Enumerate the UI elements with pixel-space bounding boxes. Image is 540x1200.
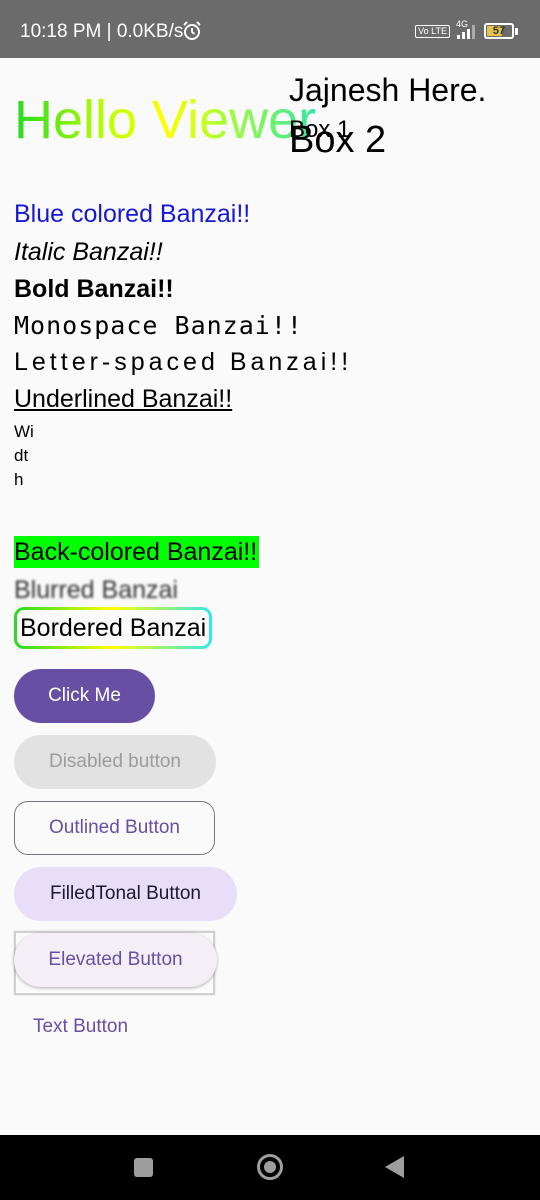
bold-text: Bold Banzai!! (14, 275, 174, 303)
hello-viewer-text: Hello Viewer (14, 90, 317, 150)
status-time: 10:18 PM | 0.0KB/s (20, 21, 184, 42)
elevated-button[interactable]: Elevated Button (14, 933, 217, 987)
volte-icon: Vo LTE (415, 24, 450, 38)
back-colored-text: Back-colored Banzai!! (14, 536, 260, 568)
status-bar: 10:18 PM | 0.0KB/s Vo LTE 4G 57 (0, 0, 540, 58)
back-icon[interactable] (385, 1156, 404, 1178)
monospace-text: Monospace Banzai!! (14, 311, 303, 340)
recents-icon[interactable] (134, 1158, 153, 1177)
battery-level: 57 (492, 25, 506, 37)
disabled-button: Disabled button (14, 735, 216, 789)
underlined-text: Underlined Banzai!! (14, 385, 233, 413)
blurred-text: Blurred Banzai (14, 576, 178, 604)
bordered-text: Bordered Banzai (14, 607, 212, 649)
network-type: 4G (455, 19, 468, 29)
outlined-button[interactable]: Outlined Button (14, 801, 215, 855)
battery-icon: 57 (484, 23, 518, 39)
alarm-icon (183, 21, 201, 40)
letter-spaced-text: Letter-spaced Banzai!! (14, 348, 353, 376)
box2-text: Box 2 (289, 119, 387, 161)
jajnesh-text: Jajnesh Here. (289, 72, 487, 108)
italic-text: Italic Banzai!! (14, 238, 163, 266)
width-text: Width (14, 422, 34, 489)
blue-text: Blue colored Banzai!! (14, 200, 251, 228)
filled-tonal-button[interactable]: FilledTonal Button (14, 867, 237, 921)
click-me-button[interactable]: Click Me (14, 669, 155, 723)
text-button[interactable]: Text Button (14, 1000, 147, 1054)
home-icon[interactable] (257, 1154, 283, 1180)
status-icons: Vo LTE 4G 57 (415, 18, 518, 44)
